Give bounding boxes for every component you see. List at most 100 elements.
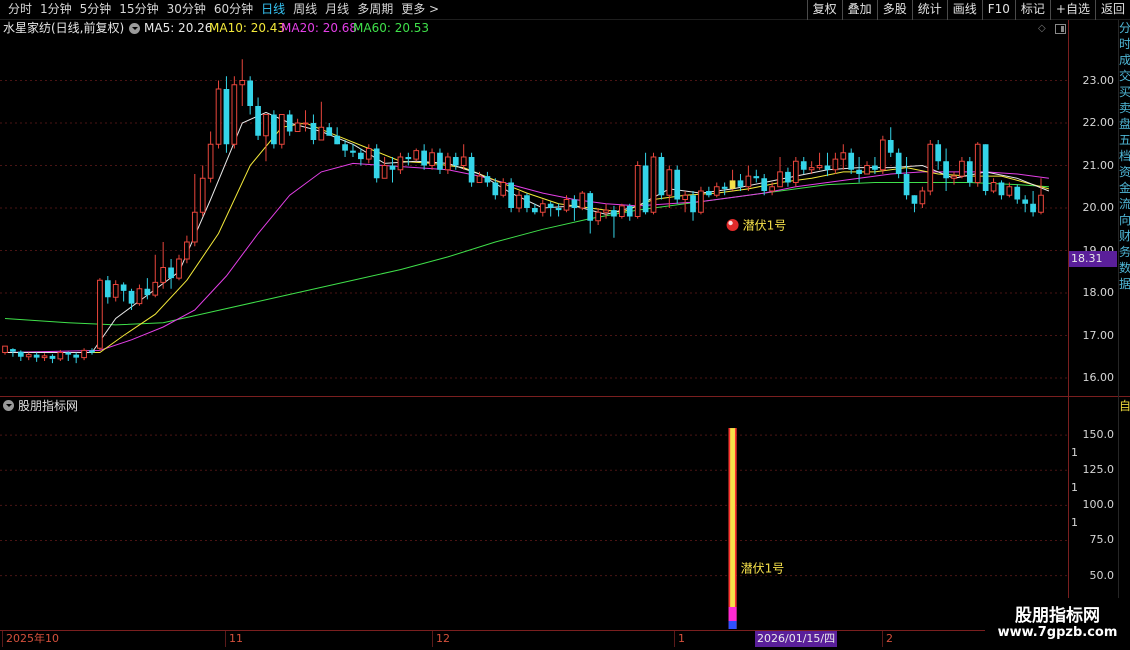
period-tab[interactable]: 分时 [4, 0, 36, 20]
candle-body [128, 290, 135, 304]
indicator-chart[interactable]: 潜伏1号 [0, 414, 1068, 629]
candle-body [326, 127, 333, 136]
candle [358, 148, 364, 166]
period-tab[interactable]: 30分钟 [163, 0, 210, 20]
candle [2, 345, 8, 355]
candle-body [539, 203, 546, 213]
toolbar-button[interactable]: 返回 [1094, 0, 1130, 20]
indicator-tick-label: 150.0 [1082, 428, 1115, 442]
candle-body [207, 143, 214, 179]
period-tab[interactable]: 5分钟 [76, 0, 116, 20]
candle-body [144, 288, 151, 296]
candle-body [223, 89, 230, 145]
candle [350, 144, 356, 157]
sub-panel-title[interactable]: 股朋指标网 [18, 398, 78, 414]
period-tab[interactable]: 多周期 [353, 0, 397, 20]
ma-menu-icon[interactable] [129, 23, 140, 34]
toolbar-button[interactable]: +自选 [1049, 0, 1095, 20]
candle [674, 165, 681, 204]
candle-body [1014, 186, 1021, 200]
candle [745, 165, 752, 191]
candle [792, 157, 799, 187]
candle-body [903, 174, 910, 196]
watermark-name: 股朋指标网 [1015, 606, 1100, 626]
toolbar-button[interactable]: 叠加 [841, 0, 877, 20]
candle [460, 144, 467, 170]
candle-body [974, 143, 981, 183]
candle [690, 191, 696, 221]
candle-body [619, 205, 625, 217]
date-axis: 2025年10 11 12 1 2 2026/01/15/四 [0, 630, 1130, 650]
candle-body [642, 165, 649, 213]
indicator-axis: 150.0 125.0 100.0 75.0 50.0 1 1 1 [1068, 397, 1118, 629]
candle-body [911, 195, 918, 204]
candle-body [397, 156, 404, 171]
date-label: 11 [225, 631, 243, 647]
toolbar-button[interactable]: 标记 [1014, 0, 1050, 20]
candle [389, 157, 396, 183]
toolbar-button[interactable]: 画线 [946, 0, 982, 20]
diamond-icon[interactable]: ◇ [1038, 20, 1046, 37]
candle [785, 167, 791, 187]
candle [508, 178, 514, 213]
maximize-icon[interactable] [1055, 24, 1066, 34]
period-tab[interactable]: 15分钟 [115, 0, 162, 20]
candle-body [532, 208, 538, 213]
period-tab[interactable]: 周线 [289, 0, 321, 20]
period-tab[interactable]: 日线 [257, 0, 289, 20]
candle [634, 161, 641, 219]
candle [33, 352, 40, 362]
candle [429, 148, 435, 170]
candle [73, 352, 80, 364]
candle-body [381, 165, 388, 179]
candle [120, 282, 127, 302]
candle [342, 140, 348, 157]
candle [974, 142, 981, 187]
period-tab[interactable]: 更多 > [397, 0, 443, 20]
candle [199, 165, 206, 217]
candle [959, 157, 965, 179]
current-price-marker: 18.31 [1069, 251, 1117, 267]
period-tab[interactable]: 1分钟 [36, 0, 76, 20]
tool-buttons: 复权 叠加 多股 统计 画线 F10 标记 +自选 返回 [806, 0, 1130, 20]
right-side-panel-edge[interactable]: 分时成交买卖盘五档资金流向财务数据 自 [1118, 20, 1130, 630]
candle-body [476, 175, 483, 183]
candle [864, 161, 870, 175]
candle [895, 148, 902, 179]
candle [524, 193, 530, 213]
period-tab[interactable]: 月线 [321, 0, 353, 20]
candle [484, 171, 491, 187]
candle-body [998, 182, 1005, 196]
candle [611, 205, 617, 238]
toolbar-button[interactable]: 复权 [806, 0, 842, 20]
candle [753, 169, 760, 183]
candle [405, 152, 412, 166]
candle-body [445, 156, 451, 171]
indicator-info-bar: 水星家纺(日线,前复权) MA5: 20.26 MA10: 20.43 MA20… [0, 20, 1068, 37]
candle-body [706, 191, 712, 196]
stock-title[interactable]: 水星家纺(日线,前复权) [3, 20, 124, 37]
toolbar-button[interactable]: 多股 [876, 0, 912, 20]
candle-body [611, 210, 617, 217]
candle [136, 284, 143, 306]
candle-body [563, 199, 570, 211]
candlestick-chart[interactable]: 潜伏1号 [0, 38, 1068, 395]
candle [1038, 178, 1044, 215]
candle-body [389, 165, 396, 170]
candle-body [65, 352, 72, 355]
ma5-readout: MA5: 20.26 [144, 21, 213, 35]
candle-body [650, 156, 657, 213]
candle [903, 157, 910, 200]
candle [706, 186, 712, 198]
candle-body [334, 135, 340, 145]
candle-body [215, 88, 222, 145]
candle [247, 76, 254, 115]
right-strip-text: 分时成交买卖盘五档资金流向财务数据 [1119, 21, 1130, 291]
indicator-menu-icon[interactable] [3, 400, 14, 411]
toolbar-button[interactable]: 统计 [911, 0, 947, 20]
candle [713, 182, 720, 198]
toolbar-button[interactable]: F10 [981, 0, 1015, 20]
pane-divider[interactable] [0, 396, 1130, 397]
period-tab[interactable]: 60分钟 [210, 0, 257, 20]
date-cursor-label: 2026/01/15/四 [755, 631, 838, 647]
